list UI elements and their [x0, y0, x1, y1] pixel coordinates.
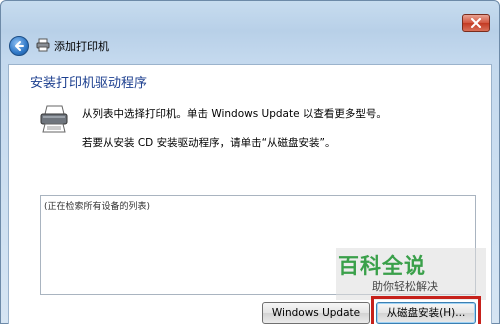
watermark-tagline: 助你轻松解决 — [372, 280, 438, 293]
printer-icon — [40, 105, 68, 133]
back-button[interactable] — [9, 36, 29, 56]
window-title: 添加打印机 — [54, 40, 109, 53]
close-button[interactable] — [462, 14, 490, 32]
highlight-box — [371, 296, 481, 324]
list-status-text: (正在检索所有设备的列表) — [44, 202, 151, 212]
printer-icon — [36, 38, 50, 52]
back-arrow-icon — [15, 41, 24, 51]
instruction-text-1: 从列表中选择打印机。单击 Windows Update 以查看更多型号。 — [82, 108, 387, 120]
close-icon — [471, 18, 481, 28]
watermark-logo: 百科全说 — [338, 254, 426, 278]
windows-update-button[interactable]: Windows Update — [262, 302, 370, 324]
instruction-text-2: 若要从安装 CD 安装驱动程序，请单击“从磁盘安装”。 — [82, 137, 336, 149]
page-heading: 安装打印机驱动程序 — [30, 76, 148, 91]
